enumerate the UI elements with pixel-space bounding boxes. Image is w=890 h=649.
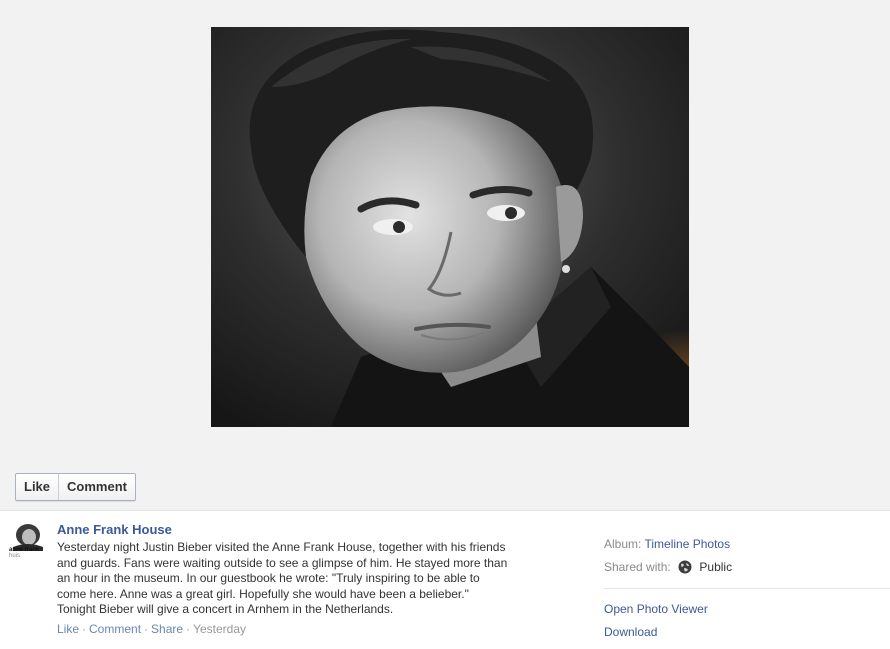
meta-separator: ·	[82, 621, 87, 636]
photo-stage: Like Comment	[0, 0, 890, 511]
comment-button[interactable]: Comment	[58, 474, 135, 500]
album-label: Album:	[604, 537, 642, 551]
photo-page: Like Comment anne frank huis Anne Frank …	[0, 0, 890, 649]
meta-separator: ·	[186, 621, 191, 636]
post-text-line: an hour in the museum. In our guestbook …	[57, 571, 480, 585]
page-avatar[interactable]: anne frank huis	[9, 523, 47, 561]
meta-share-link[interactable]: Share	[151, 622, 183, 636]
post-body: Anne Frank House Yesterday night Justin …	[57, 521, 577, 637]
post-author-link[interactable]: Anne Frank House	[57, 521, 172, 539]
portrait-image	[211, 27, 689, 427]
meta-like-link[interactable]: Like	[57, 622, 79, 636]
avatar-logo-line-2: huis	[9, 553, 21, 559]
post-text-line: Tonight Bieber will give a concert in Ar…	[57, 602, 394, 616]
sidebar-divider	[604, 588, 890, 589]
post-text-line: come here. Anne was a great girl. Hopefu…	[57, 586, 469, 601]
shared-with-label: Shared with:	[604, 560, 671, 574]
avatar-logo: anne frank huis	[9, 547, 47, 559]
post-photo[interactable]	[211, 27, 689, 427]
shared-with-value[interactable]: Public	[699, 560, 732, 574]
like-button[interactable]: Like	[16, 474, 58, 500]
download-link[interactable]: Download	[604, 625, 657, 639]
post-meta: Like · Comment · Share · Yesterday	[57, 621, 577, 637]
download-row: Download	[604, 621, 890, 644]
album-link[interactable]: Timeline Photos	[644, 537, 730, 551]
photo-sidebar: Album: Timeline Photos Shared with: Publ…	[604, 533, 890, 644]
meta-comment-link[interactable]: Comment	[89, 622, 141, 636]
shared-with-row: Shared with: Public	[604, 556, 890, 579]
meta-separator: ·	[144, 621, 149, 636]
post-timestamp[interactable]: Yesterday	[193, 622, 246, 636]
photo-actions: Like Comment	[15, 473, 136, 501]
open-photo-viewer-link[interactable]: Open Photo Viewer	[604, 602, 708, 616]
post-text-line: and guards. Fans were waiting outside to…	[57, 555, 508, 570]
post-text-line: Yesterday night Justin Bieber visited th…	[57, 540, 506, 554]
globe-icon[interactable]	[678, 560, 692, 574]
album-row: Album: Timeline Photos	[604, 533, 890, 556]
open-viewer-row: Open Photo Viewer	[604, 598, 890, 621]
post-text: Yesterday night Justin Bieber visited th…	[57, 540, 577, 618]
